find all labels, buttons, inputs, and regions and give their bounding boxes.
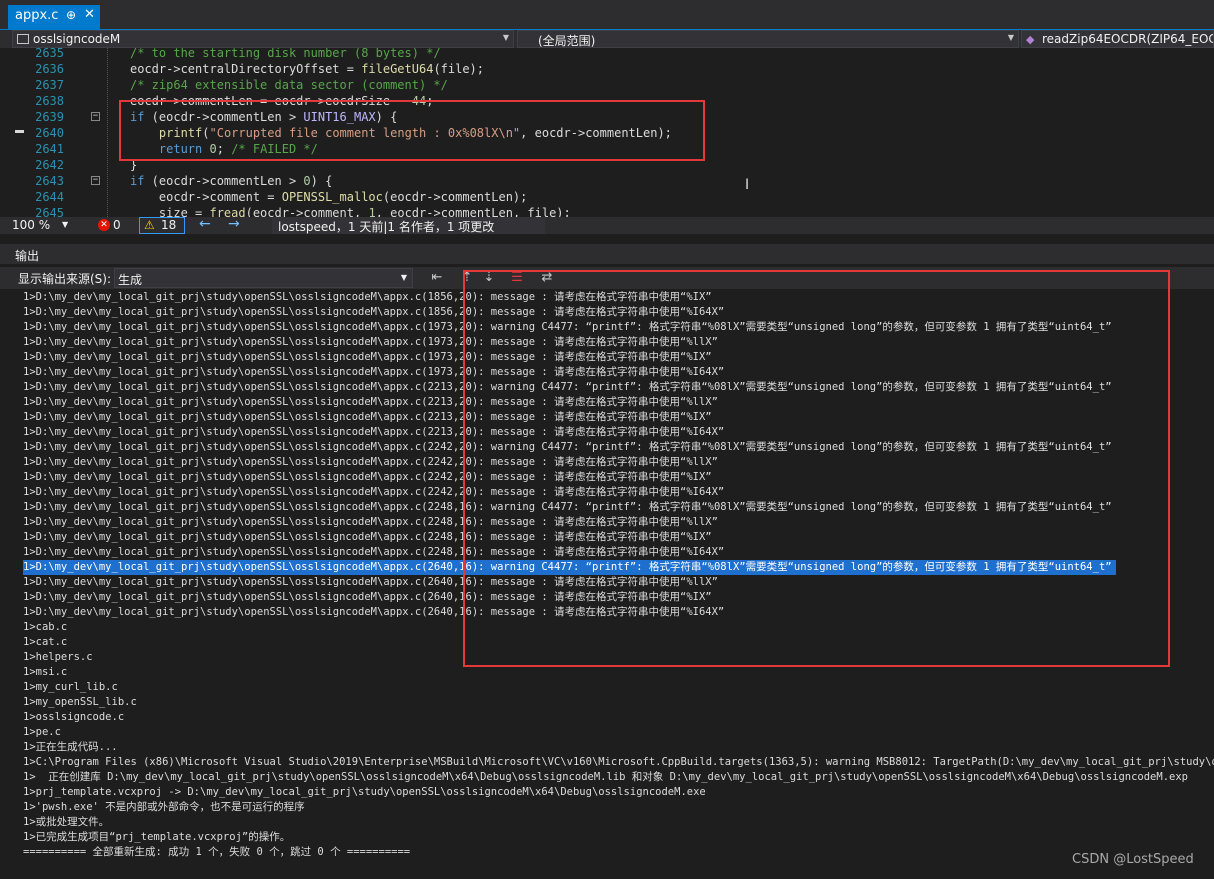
output-line[interactable]: ========== 全部重新生成: 成功 1 个，失败 0 个，跳过 0 个 … [23, 845, 410, 860]
line-number: 2638 [35, 94, 64, 108]
output-panel-title: 输出 [0, 244, 1214, 264]
output-line[interactable]: 1>my_openSSL_lib.c [23, 695, 137, 710]
output-line[interactable]: 1>pe.c [23, 725, 61, 740]
collapse-icon[interactable]: − [91, 176, 100, 185]
output-line[interactable]: 1> 正在创建库 D:\my_dev\my_local_git_prj\stud… [23, 770, 1188, 785]
code-line[interactable]: 2643 − if (eocdr->commentLen > 0) { [0, 173, 1214, 189]
project-icon [17, 34, 29, 44]
line-number: 2637 [35, 78, 64, 92]
output-line[interactable]: 1>my_curl_lib.c [23, 680, 118, 695]
output-line[interactable]: 1>cab.c [23, 620, 67, 635]
line-number: 2642 [35, 158, 64, 172]
pin-icon[interactable]: ⊕ [66, 8, 76, 22]
line-number: 2640 [35, 126, 64, 140]
line-number: 2644 [35, 190, 64, 204]
scope-name: (全局范围) [538, 34, 596, 48]
code-text: /* zip64 extensible data sector (comment… [130, 78, 448, 92]
output-line[interactable]: 1>prj_template.vcxproj -> D:\my_dev\my_l… [23, 785, 706, 800]
chevron-down-icon[interactable]: ▼ [62, 220, 68, 229]
output-line[interactable]: 1>helpers.c [23, 650, 93, 665]
code-line[interactable]: 2637 /* zip64 extensible data sector (com… [0, 77, 1214, 93]
tab-appx-c[interactable]: appx.c ⊕ ✕ [8, 5, 100, 29]
code-text: /* to the starting disk number (8 bytes)… [130, 48, 441, 60]
nav-forward-icon[interactable]: → [228, 216, 240, 232]
code-text: size = fread(eocdr->comment, 1, eocdr->c… [130, 206, 571, 217]
collapse-icon[interactable]: − [91, 112, 100, 121]
error-icon[interactable]: ✕ [98, 219, 110, 231]
text-cursor-icon: I [745, 177, 750, 193]
nav-back-icon[interactable]: ← [199, 216, 211, 232]
code-text: eocdr->comment = OPENSSL_malloc(eocdr->c… [130, 190, 528, 204]
output-source-select[interactable]: 生成 ▼ [114, 268, 413, 288]
output-line[interactable]: 1>cat.c [23, 635, 67, 650]
method-icon: ◆ [1026, 33, 1035, 46]
line-number: 2641 [35, 142, 64, 156]
output-source-label: 显示输出来源(S): [18, 272, 112, 286]
error-count[interactable]: 0 [113, 218, 121, 232]
navigation-bar: osslsigncodeM ▼ (全局范围) ▼ ◆ readZip64EOCD… [0, 30, 1214, 48]
line-number: 2645 [35, 206, 64, 217]
line-number: 2643 [35, 174, 64, 188]
project-name: osslsigncodeM [33, 32, 121, 46]
editor-status-bar: 100 % ▼ ✕ 0 ⚠ 18 ← → lostspeed，1 天前|1 名作… [0, 216, 1214, 234]
warning-icon: ⚠ [144, 218, 155, 232]
code-line[interactable]: 2636 eocdr->centralDirectoryOffset = file… [0, 61, 1214, 77]
line-number: 2639 [35, 110, 64, 124]
project-dropdown[interactable]: osslsigncodeM ▼ [12, 30, 514, 48]
close-icon[interactable]: ✕ [84, 7, 95, 22]
code-highlight-box [119, 100, 705, 161]
chevron-down-icon: ▼ [1007, 33, 1014, 42]
scope-dropdown[interactable]: (全局范围) ▼ [517, 30, 1019, 48]
output-line[interactable]: 1>C:\Program Files (x86)\Microsoft Visua… [23, 755, 1214, 770]
code-line[interactable]: 2644 eocdr->comment = OPENSSL_malloc(eoc… [0, 189, 1214, 205]
zoom-level[interactable]: 100 % [12, 218, 50, 232]
output-line[interactable]: 1>msi.c [23, 665, 67, 680]
output-line[interactable]: 1>osslsigncode.c [23, 710, 124, 725]
code-text: eocdr->centralDirectoryOffset = fileGetU… [130, 62, 485, 76]
tab-title: appx.c [15, 8, 59, 23]
warning-count: 18 [161, 218, 177, 232]
output-line[interactable]: 1>正在生成代码... [23, 740, 118, 755]
output-line[interactable]: 1>'pwsh.exe' 不是内部或外部命令，也不是可运行的程序 [23, 800, 305, 815]
watermark: CSDN @LostSpeed [1072, 852, 1194, 867]
output-line[interactable]: 1>或批处理文件。 [23, 815, 109, 830]
code-text: if (eocdr->commentLen > 0) { [130, 174, 333, 188]
chevron-down-icon: ▼ [400, 273, 407, 282]
document-tab-bar: appx.c ⊕ ✕ [0, 0, 1214, 30]
output-source-value: 生成 [118, 273, 143, 287]
chevron-down-icon: ▼ [502, 33, 509, 42]
find-message-icon[interactable]: ⇤ [428, 269, 446, 287]
line-number: 2636 [35, 62, 64, 76]
code-line[interactable]: 2645 size = fread(eocdr->comment, 1, eoc… [0, 205, 1214, 217]
member-name: readZip64EOCDR(ZIP64_EOCD [1042, 32, 1214, 46]
output-line[interactable]: 1>已完成生成项目“prj_template.vcxproj”的操作。 [23, 830, 290, 845]
codelens-info[interactable]: lostspeed，1 天前|1 名作者，1 项更改 [272, 217, 545, 234]
line-number: 2635 [35, 48, 64, 60]
code-line[interactable]: 2635 /* to the starting disk number (8 by… [0, 48, 1214, 61]
member-dropdown[interactable]: ◆ readZip64EOCDR(ZIP64_EOCD [1021, 30, 1214, 48]
output-highlight-box [463, 270, 1170, 667]
